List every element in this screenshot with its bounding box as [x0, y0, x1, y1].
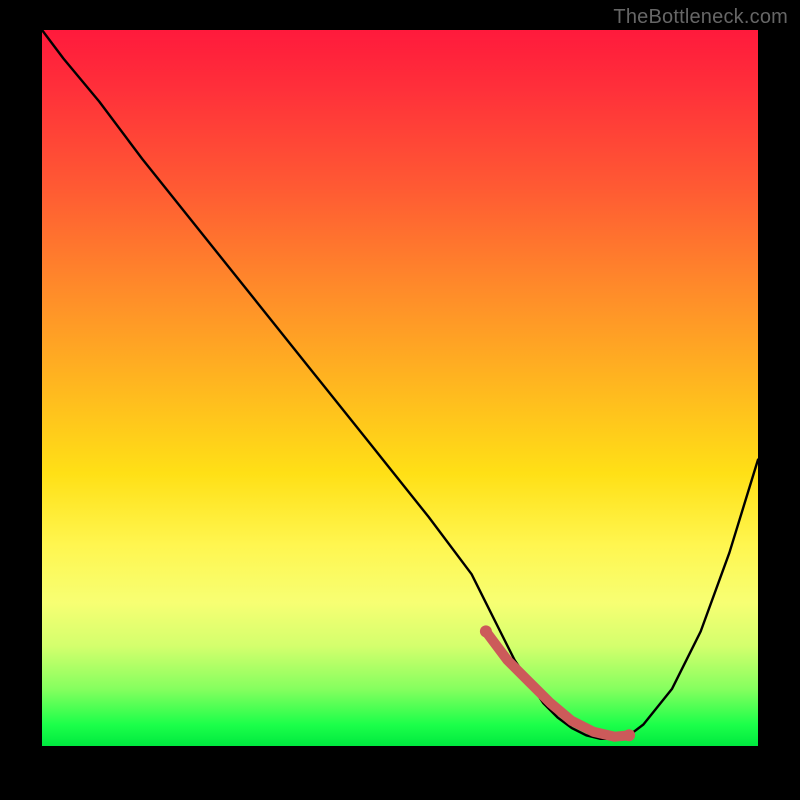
watermark-text: TheBottleneck.com: [613, 6, 788, 29]
main-curve: [42, 30, 758, 739]
highlight-dots: [480, 625, 635, 741]
chart-frame: TheBottleneck.com: [0, 0, 800, 800]
highlight-dot: [480, 625, 492, 637]
curve-svg: [42, 30, 758, 746]
highlight-dot: [623, 729, 635, 741]
plot-area: [42, 30, 758, 746]
